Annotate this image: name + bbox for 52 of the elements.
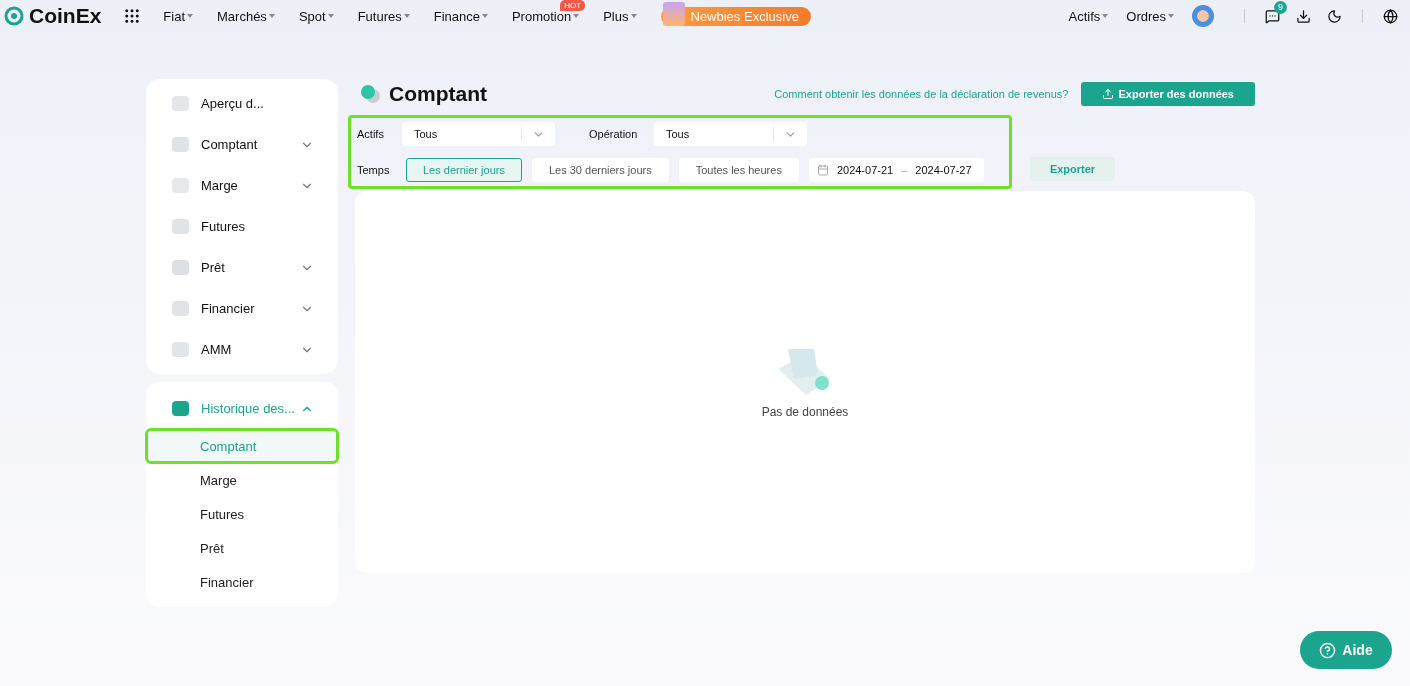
page-title: Comptant: [389, 82, 487, 106]
avatar[interactable]: [1192, 5, 1214, 27]
download-icon[interactable]: [1296, 8, 1311, 24]
sidebar-item[interactable]: AMM: [146, 329, 338, 370]
sidebar-item[interactable]: Aperçu d...: [146, 83, 338, 124]
caret-icon: [630, 14, 637, 18]
assets-select[interactable]: Tous: [402, 122, 555, 146]
globe-icon[interactable]: [1383, 8, 1398, 24]
nav-menu-item[interactable]: Futures: [357, 8, 410, 24]
sidebar-subitem[interactable]: Marge: [148, 465, 336, 495]
caret-icon: [481, 14, 488, 18]
time-range-button[interactable]: Les 30 derniers jours: [531, 158, 669, 182]
caret-icon: [268, 14, 275, 18]
sidebar-item[interactable]: Marge: [146, 165, 338, 206]
caret-icon: [403, 14, 410, 18]
filter-label: Temps: [357, 164, 391, 176]
date-range-field[interactable]: 2024-07-21 – 2024-07-27: [808, 158, 984, 182]
nav-menu-item[interactable]: Marchés: [217, 8, 275, 24]
sidebar-subitem[interactable]: Prêt: [148, 533, 336, 563]
logo-icon: [4, 6, 24, 26]
filter-label: Opération: [589, 128, 639, 140]
sidebar-subitem[interactable]: Financier: [148, 567, 336, 597]
message-icon[interactable]: [1265, 8, 1280, 24]
brand-name: CoinEx: [29, 4, 102, 28]
apps-grid-icon[interactable]: [123, 7, 142, 25]
operation-select[interactable]: Tous: [654, 122, 807, 146]
upload-icon: [1102, 88, 1115, 100]
caret-icon: [1102, 14, 1109, 18]
coins-icon: [359, 84, 381, 104]
nav-menu-item[interactable]: Ordres: [1126, 8, 1174, 24]
nav-menu-item[interactable]: Spot: [298, 8, 334, 24]
calendar-icon: [816, 164, 829, 176]
sidebar-item[interactable]: Comptant: [146, 124, 338, 165]
filter-label: Actifs: [357, 128, 385, 140]
nav-menu-item[interactable]: Finance: [433, 8, 488, 24]
hot-badge: HOT: [560, 0, 586, 11]
sidebar-subitem[interactable]: Futures: [148, 499, 336, 529]
caret-icon: [327, 14, 334, 18]
empty-state-text: Pas de données: [761, 405, 849, 419]
message-count: 9: [1274, 0, 1287, 14]
caret-icon: [187, 14, 193, 18]
nav-menu-item[interactable]: Plus: [603, 8, 637, 24]
nav-menu-item[interactable]: Actifs: [1068, 8, 1109, 24]
sidebar-item[interactable]: Futures: [146, 206, 338, 247]
moon-icon[interactable]: [1327, 8, 1342, 24]
caret-icon: [1168, 14, 1174, 18]
sidebar-item[interactable]: Prêt: [146, 247, 338, 288]
nav-menu-item[interactable]: Fiat: [163, 8, 193, 24]
sidebar-item[interactable]: Financier: [146, 288, 338, 329]
help-icon: [1319, 641, 1337, 659]
time-range-button[interactable]: Toutes les heures: [678, 158, 799, 182]
coinex-logo[interactable]: CoinEx: [4, 4, 102, 28]
